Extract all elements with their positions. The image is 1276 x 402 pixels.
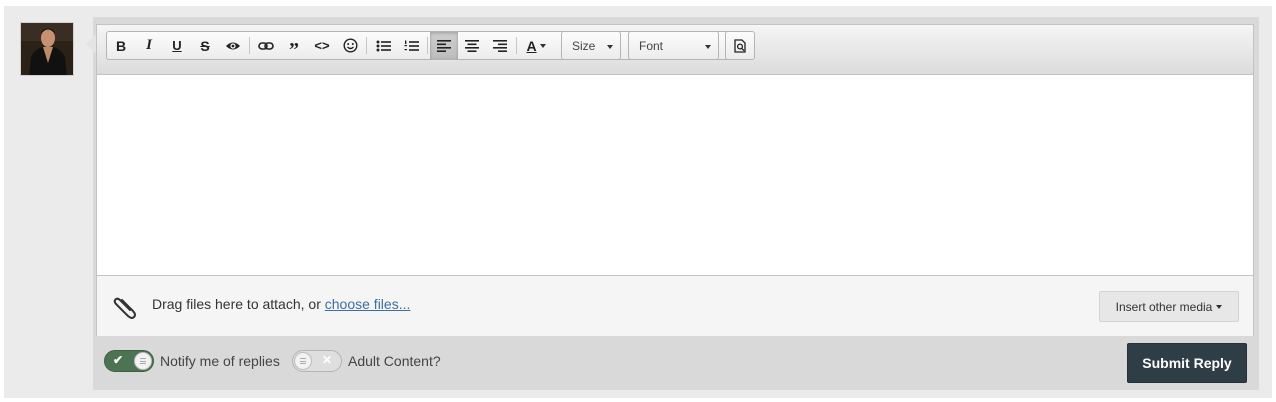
paperclip-icon[interactable] xyxy=(111,293,137,321)
bold-button[interactable]: B xyxy=(107,32,135,59)
toggle-knob xyxy=(294,352,312,370)
font-dropdown[interactable]: Font xyxy=(628,31,719,60)
strikethrough-button[interactable]: S xyxy=(191,32,219,59)
preview-icon xyxy=(733,38,746,53)
editor: B I U S ” <> A Size Font Drag files here… xyxy=(96,24,1254,336)
submit-reply-button[interactable]: Submit Reply xyxy=(1127,343,1247,383)
numbered-list-icon xyxy=(404,40,419,51)
chevron-down-icon xyxy=(705,45,711,49)
reply-options-bar: ✔ Notify me of replies ✕ Adult Content? … xyxy=(93,336,1259,390)
align-center-icon xyxy=(465,39,479,52)
preview-button[interactable] xyxy=(725,31,755,60)
align-right-button[interactable] xyxy=(486,32,514,59)
attach-text: Drag files here to attach, or choose fil… xyxy=(152,296,410,312)
checkmark-icon: ✔ xyxy=(113,353,124,367)
font-dropdown-label: Font xyxy=(639,38,664,53)
emoji-button[interactable] xyxy=(336,32,364,59)
notify-label: Notify me of replies xyxy=(160,353,280,369)
text-color-button[interactable]: A xyxy=(519,32,553,59)
toolbar-separator xyxy=(427,37,428,54)
message-textarea[interactable] xyxy=(97,75,1253,275)
smiley-icon xyxy=(342,38,358,53)
size-dropdown[interactable]: Size xyxy=(561,31,621,60)
adult-content-toggle[interactable]: ✕ xyxy=(292,350,342,372)
eye-icon xyxy=(226,42,240,49)
align-left-icon xyxy=(437,39,451,52)
toolbar-separator xyxy=(516,37,517,54)
chevron-down-icon xyxy=(607,45,613,49)
quote-button[interactable]: ” xyxy=(280,32,308,60)
numbered-list-button[interactable] xyxy=(397,32,425,59)
code-button[interactable]: <> xyxy=(308,32,336,59)
size-dropdown-label: Size xyxy=(572,38,596,53)
attachment-bar: Drag files here to attach, or choose fil… xyxy=(97,275,1253,336)
underline-button[interactable]: U xyxy=(163,32,191,59)
insert-media-label: Insert other media xyxy=(1115,299,1213,314)
submit-reply-label: Submit Reply xyxy=(1142,355,1232,371)
align-right-icon xyxy=(493,39,507,52)
attach-prefix: Drag files here to attach, or xyxy=(152,296,321,312)
choose-files-link[interactable]: choose files... xyxy=(325,296,411,312)
close-icon: ✕ xyxy=(322,353,333,367)
link-button[interactable] xyxy=(252,32,280,59)
bullet-list-icon xyxy=(376,40,391,51)
toggle-knob xyxy=(134,352,152,370)
avatar[interactable] xyxy=(20,22,74,76)
adult-content-label: Adult Content? xyxy=(348,353,441,369)
chevron-down-icon xyxy=(1216,304,1223,309)
editor-toolbar: B I U S ” <> A Size Font xyxy=(97,25,1253,75)
italic-button[interactable]: I xyxy=(135,32,163,59)
toolbar-separator xyxy=(249,37,250,54)
link-icon xyxy=(258,41,274,50)
notify-toggle[interactable]: ✔ xyxy=(104,350,154,372)
align-center-button[interactable] xyxy=(458,32,486,59)
spoiler-button[interactable] xyxy=(219,32,247,59)
toolbar-separator xyxy=(366,37,367,54)
insert-media-button[interactable]: Insert other media xyxy=(1099,291,1239,322)
align-left-button[interactable] xyxy=(430,32,458,59)
bullet-list-button[interactable] xyxy=(369,32,397,59)
